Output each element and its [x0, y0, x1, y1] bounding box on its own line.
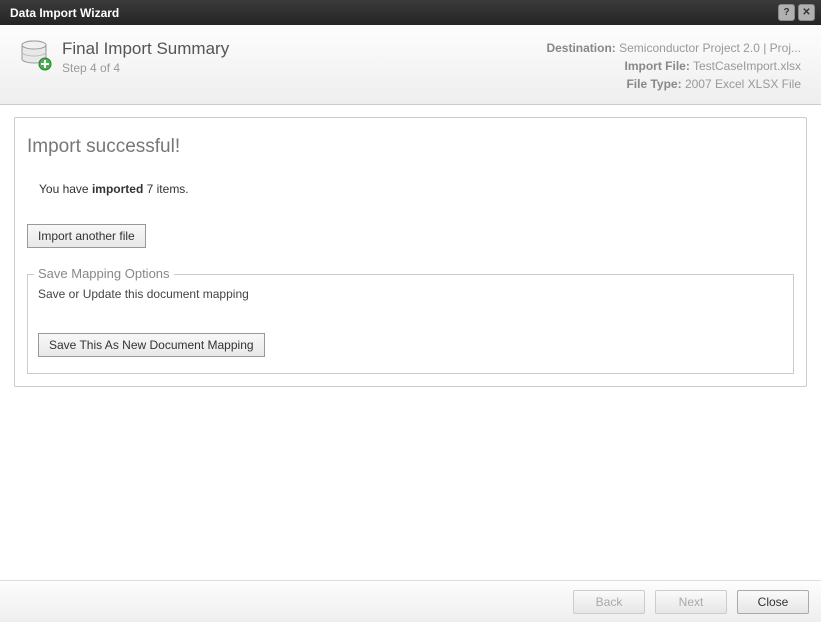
page-step: Step 4 of 4: [62, 61, 229, 75]
file-type-label: File Type:: [626, 77, 681, 91]
result-bold: imported: [92, 182, 143, 196]
summary-panel: Import successful! You have imported 7 i…: [14, 117, 807, 387]
save-mapping-legend: Save Mapping Options: [34, 266, 174, 281]
wizard-header: Final Import Summary Step 4 of 4 Destina…: [0, 25, 821, 105]
save-mapping-button[interactable]: Save This As New Document Mapping: [38, 333, 265, 357]
success-message: Import successful!: [27, 136, 794, 158]
save-mapping-text: Save or Update this document mapping: [38, 287, 783, 301]
close-window-button[interactable]: ✕: [798, 4, 815, 21]
destination-label: Destination:: [546, 41, 615, 55]
wizard-footer: Back Next Close: [0, 580, 821, 622]
import-another-button[interactable]: Import another file: [27, 224, 146, 248]
titlebar: Data Import Wizard ? ✕: [0, 0, 821, 25]
back-button[interactable]: Back: [573, 590, 645, 614]
import-file-label: Import File:: [625, 59, 690, 73]
import-meta: Destination: Semiconductor Project 2.0 |…: [229, 39, 801, 86]
window-title: Data Import Wizard: [10, 6, 119, 20]
next-button[interactable]: Next: [655, 590, 727, 614]
help-button[interactable]: ?: [778, 4, 795, 21]
import-file-value: TestCaseImport.xlsx: [693, 59, 801, 73]
destination-value: Semiconductor Project 2.0 | Proj...: [619, 41, 801, 55]
page-title: Final Import Summary: [62, 39, 229, 59]
content-area: Import successful! You have imported 7 i…: [0, 105, 821, 399]
result-prefix: You have: [39, 182, 92, 196]
result-suffix: 7 items.: [143, 182, 188, 196]
save-mapping-section: Save Mapping Options Save or Update this…: [27, 274, 794, 374]
close-button[interactable]: Close: [737, 590, 809, 614]
file-type-value: 2007 Excel XLSX File: [685, 77, 801, 91]
database-import-icon: [20, 39, 52, 71]
import-result: You have imported 7 items.: [39, 182, 794, 196]
